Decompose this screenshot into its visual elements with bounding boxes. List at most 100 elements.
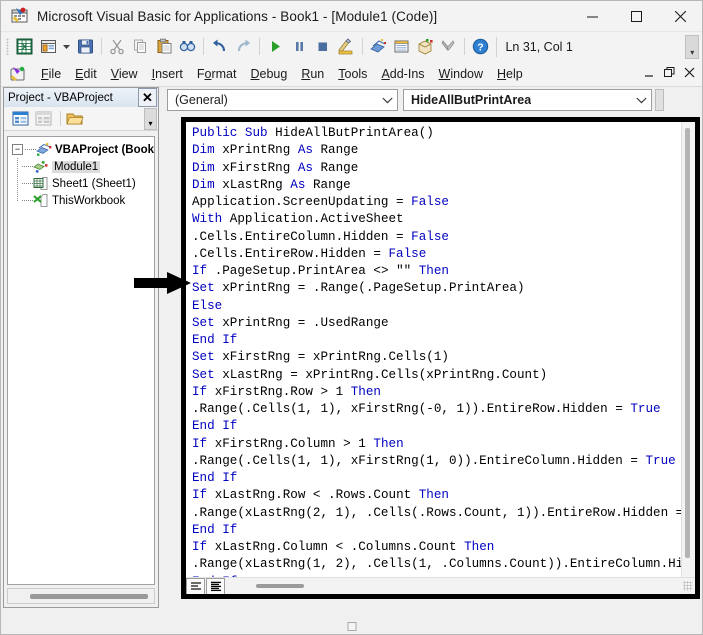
code-line: If xLastRng.Column < .Columns.Count Then: [192, 539, 681, 556]
chevron-down-icon[interactable]: [377, 90, 397, 110]
project-explorer-hscroll-thumb[interactable]: [30, 594, 148, 599]
procedure-dropdown-value: HideAllButPrintArea: [404, 93, 531, 107]
code-hscroll-thumb[interactable]: [256, 584, 304, 588]
object-dropdown[interactable]: (General): [167, 89, 398, 111]
code-editor-surface[interactable]: Public Sub HideAllButPrintArea()Dim xPri…: [186, 122, 681, 577]
tree-node-module1[interactable]: Module1: [22, 158, 154, 175]
vba-app-icon: [11, 7, 29, 25]
code-line: Else: [192, 298, 681, 315]
code-line: If .PageSetup.PrintArea <> "" Then: [192, 263, 681, 280]
procedure-view-icon[interactable]: [186, 578, 205, 595]
toolbar-overflow-button[interactable]: ▾: [685, 35, 699, 59]
resize-grip[interactable]: [683, 581, 693, 591]
code-line: .Cells.EntireRow.Hidden = False: [192, 246, 681, 263]
save-icon[interactable]: [74, 36, 95, 58]
document-minimize-button[interactable]: [644, 67, 655, 80]
tree-expander-icon[interactable]: −: [12, 144, 23, 155]
menu-item-insert[interactable]: Insert: [145, 65, 190, 83]
code-line: Set xFirstRng = xPrintRng.Cells(1): [192, 349, 681, 366]
toolbar-separator: [101, 38, 102, 55]
menu-item-tools[interactable]: Tools: [331, 65, 374, 83]
design-mode-icon[interactable]: [335, 36, 356, 58]
menu-item-file[interactable]: File: [34, 65, 68, 83]
copy-icon[interactable]: [130, 36, 151, 58]
code-line: End If: [192, 470, 681, 487]
code-line: End If: [192, 522, 681, 539]
minimize-button[interactable]: [570, 1, 614, 32]
paste-icon[interactable]: [154, 36, 175, 58]
project-explorer-close-button[interactable]: ✕: [138, 88, 157, 107]
maximize-button[interactable]: [614, 1, 658, 32]
menu-item-format[interactable]: Format: [190, 65, 244, 83]
project-toolbar-overflow-button[interactable]: ▾: [144, 108, 157, 130]
properties-window-icon[interactable]: [391, 36, 412, 58]
code-line: .Range(.Cells(1, 1), xFirstRng(1, 0)).En…: [192, 453, 681, 470]
chevron-down-icon[interactable]: [631, 90, 651, 110]
full-module-view-icon[interactable]: [206, 578, 225, 595]
vbaproject-icon: [36, 142, 52, 157]
toolbar-separator: [464, 38, 465, 55]
cut-icon[interactable]: [107, 36, 128, 58]
toolbar-separator: [259, 38, 260, 55]
menu-item-edit[interactable]: Edit: [68, 65, 104, 83]
resize-handle[interactable]: [347, 622, 356, 631]
project-explorer-titlebar[interactable]: Project - VBAProject ✕: [4, 88, 158, 107]
tree-node-thisworkbook[interactable]: ThisWorkbook: [22, 192, 154, 209]
object-dropdown-value: (General): [168, 93, 228, 107]
insert-userform-icon[interactable]: [37, 36, 58, 58]
vbe-control-icon[interactable]: [9, 65, 27, 83]
toggle-folders-icon[interactable]: [65, 110, 85, 128]
code-vscroll-thumb[interactable]: [685, 128, 690, 558]
procedure-dropdown[interactable]: HideAllButPrintArea: [403, 89, 652, 111]
worksheet-icon: [33, 176, 49, 191]
menu-item-view[interactable]: View: [104, 65, 145, 83]
menu-item-run[interactable]: Run: [294, 65, 331, 83]
code-vscrollbar[interactable]: [681, 122, 695, 577]
help-icon[interactable]: ?: [470, 36, 491, 58]
document-window-controls: [644, 67, 702, 80]
dropdown-overflow[interactable]: [655, 89, 664, 111]
pause-icon[interactable]: [288, 36, 309, 58]
svg-text:?: ?: [478, 41, 484, 53]
menu-item-window[interactable]: Window: [432, 65, 490, 83]
code-line: Dim xLastRng As Range: [192, 177, 681, 194]
close-button[interactable]: [658, 1, 702, 32]
toolbar-grip[interactable]: [6, 38, 9, 55]
code-hscrollbar[interactable]: [186, 577, 695, 594]
code-line: .Range(xLastRng(2, 1), .Cells(.Rows.Coun…: [192, 505, 681, 522]
document-close-button[interactable]: [684, 67, 695, 80]
menu-item-help[interactable]: Help: [490, 65, 530, 83]
run-icon[interactable]: [265, 36, 286, 58]
view-code-icon[interactable]: [10, 110, 30, 128]
menu-item-debug[interactable]: Debug: [243, 65, 294, 83]
window-title: Microsoft Visual Basic for Applications …: [37, 9, 437, 24]
project-explorer-icon[interactable]: [368, 36, 389, 58]
workbook-icon: [33, 193, 49, 208]
tree-node-vbaproject[interactable]: − VBAProject (Book1: [8, 141, 154, 158]
document-restore-button[interactable]: [664, 67, 675, 80]
tree-connector: [25, 149, 36, 151]
insert-dropdown-arrow-icon[interactable]: [61, 36, 73, 58]
menu-item-add-ins[interactable]: Add-Ins: [374, 65, 431, 83]
tree-connector: [22, 166, 33, 168]
code-line: Public Sub HideAllButPrintArea(): [192, 125, 681, 142]
code-text[interactable]: Public Sub HideAllButPrintArea()Dim xPri…: [192, 125, 681, 577]
undo-icon[interactable]: [209, 36, 230, 58]
redo-icon[interactable]: [233, 36, 254, 58]
module-icon: [33, 159, 49, 174]
tree-node-sheet1[interactable]: Sheet1 (Sheet1): [22, 175, 154, 192]
code-line: If xFirstRng.Column > 1 Then: [192, 436, 681, 453]
code-line: If xLastRng.Row < .Rows.Count Then: [192, 487, 681, 504]
view-excel-icon[interactable]: X: [14, 36, 35, 58]
toolbox-icon[interactable]: [438, 36, 459, 58]
view-object-icon[interactable]: [33, 110, 53, 128]
code-line: End If: [192, 332, 681, 349]
project-tree[interactable]: − VBAProject (Book1: [7, 136, 155, 585]
toolbar-separator: [362, 38, 363, 55]
code-line: End If: [192, 418, 681, 435]
title-bar: Microsoft Visual Basic for Applications …: [1, 1, 702, 32]
find-icon[interactable]: [177, 36, 198, 58]
project-explorer-hscrollbar[interactable]: [7, 588, 155, 604]
object-browser-icon[interactable]: [414, 36, 435, 58]
stop-icon[interactable]: [312, 36, 333, 58]
